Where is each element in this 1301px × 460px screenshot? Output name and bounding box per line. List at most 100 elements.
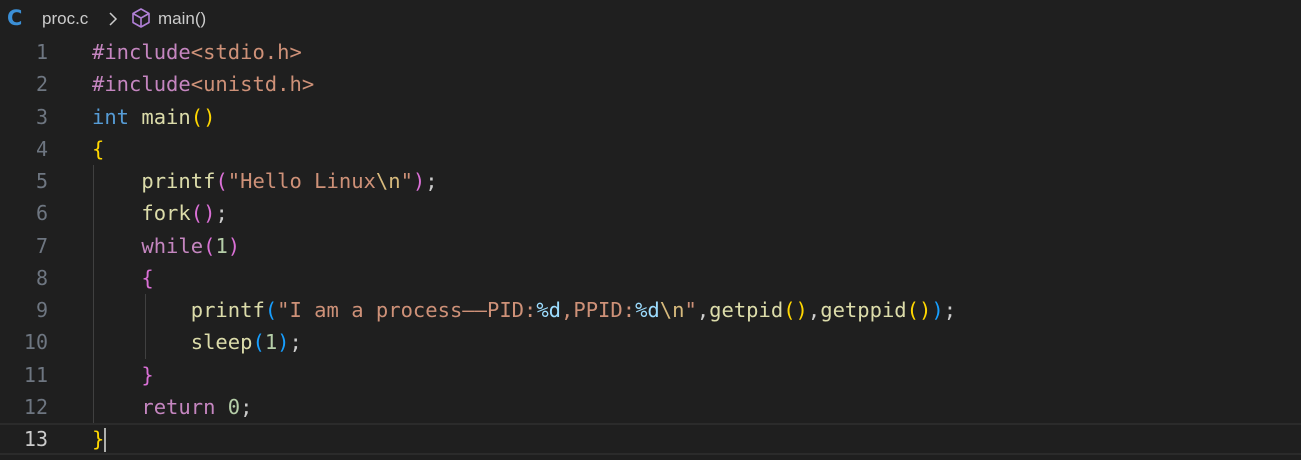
- code-line[interactable]: 6 fork();: [0, 197, 1301, 229]
- line-number: 9: [35, 298, 48, 322]
- code-text[interactable]: {: [92, 262, 154, 294]
- code-line[interactable]: 7 while(1): [0, 230, 1301, 262]
- code-text[interactable]: printf("I am a process——PID:%d,PPID:%d\n…: [92, 294, 956, 326]
- code-text[interactable]: while(1): [92, 230, 240, 262]
- code-text[interactable]: return 0;: [92, 391, 252, 423]
- line-number: 1: [35, 40, 48, 64]
- code-token: ,: [696, 298, 710, 322]
- code-token: ;: [425, 169, 438, 193]
- breadcrumb-file[interactable]: proc.c: [42, 8, 88, 30]
- code-token: (): [190, 201, 216, 226]
- code-text[interactable]: #include<stdio.h>: [92, 36, 302, 68]
- code-token: %d: [635, 298, 660, 322]
- code-token: ;: [289, 330, 302, 355]
- breadcrumb-symbol[interactable]: main(): [158, 8, 206, 30]
- code-line[interactable]: 10 sleep(1);: [0, 326, 1301, 358]
- line-number: 3: [35, 104, 48, 129]
- code-line[interactable]: 13}: [0, 423, 1301, 456]
- code-token: ): [277, 330, 290, 355]
- code-token: 1: [215, 233, 228, 258]
- code-token: 1: [264, 330, 278, 355]
- code-token: int: [92, 104, 130, 129]
- code-text[interactable]: fork();: [92, 197, 228, 229]
- line-number: 7: [35, 233, 48, 258]
- code-token: printf: [141, 169, 216, 193]
- code-line[interactable]: 11 }: [0, 359, 1301, 391]
- code-token: <unistd.h>: [190, 72, 315, 97]
- code-line[interactable]: 5 printf("Hello Linux\n");: [0, 165, 1301, 197]
- code-token: (): [190, 104, 216, 129]
- code-token: sleep: [190, 330, 253, 355]
- code-token: "I am a process——PID:: [277, 298, 537, 322]
- code-token: %d: [536, 298, 562, 322]
- code-token: {: [92, 136, 105, 161]
- code-token: <stdio.h>: [190, 40, 302, 64]
- line-number: 12: [23, 394, 48, 419]
- code-token: printf: [190, 298, 265, 322]
- code-token: ): [227, 233, 241, 258]
- code-token: {: [141, 265, 154, 290]
- code-line[interactable]: 1 #include<stdio.h>: [0, 36, 1301, 68]
- code-token: ;: [943, 298, 957, 322]
- code-token: 0: [227, 394, 241, 419]
- line-number: 10: [23, 330, 48, 355]
- code-area[interactable]: 1 #include<stdio.h> 2 #include<unistd.h> 3 in…: [0, 36, 1301, 456]
- code-token: ): [412, 169, 426, 193]
- code-text[interactable]: }: [92, 359, 154, 391]
- line-number: 5: [35, 169, 48, 193]
- code-token: "Hello Linux: [227, 169, 376, 193]
- code-token: (: [215, 169, 228, 193]
- line-number: 6: [35, 201, 48, 226]
- chevron-right-icon: [109, 12, 118, 26]
- code-token: fork: [141, 201, 191, 226]
- code-line[interactable]: 3 int main(): [0, 101, 1301, 133]
- code-token: ": [684, 298, 697, 322]
- code-line[interactable]: 8 {: [0, 262, 1301, 294]
- line-number: 2: [35, 72, 48, 97]
- code-token: ): [931, 298, 944, 322]
- code-token: (): [783, 298, 808, 322]
- line-number: 4: [35, 136, 48, 161]
- code-token: (: [203, 233, 216, 258]
- code-token: ": [400, 169, 413, 193]
- text-cursor: [104, 428, 107, 452]
- code-token: }: [92, 427, 105, 451]
- code-line[interactable]: 4{: [0, 133, 1301, 165]
- code-token: getppid: [820, 298, 907, 322]
- code-token: \n: [659, 298, 685, 322]
- code-token: ;: [215, 201, 228, 226]
- code-token: #include: [92, 72, 191, 97]
- code-text[interactable]: #include<unistd.h>: [92, 68, 314, 100]
- code-token: (: [252, 330, 265, 355]
- code-token: ;: [240, 394, 253, 419]
- code-token: (): [906, 298, 932, 322]
- code-token: while: [141, 233, 204, 258]
- code-token: return: [141, 394, 216, 419]
- code-text[interactable]: int main(): [92, 101, 215, 133]
- code-text[interactable]: }: [92, 425, 107, 453]
- code-token: ,: [807, 298, 821, 322]
- code-editor[interactable]: C proc.c main() 1 #include<stdio.h> 2 #incl…: [0, 0, 1301, 460]
- code-line[interactable]: 12 return 0;: [0, 391, 1301, 423]
- code-token: (: [264, 298, 278, 322]
- line-number: 11: [23, 362, 48, 387]
- code-text[interactable]: printf("Hello Linux\n");: [92, 165, 438, 197]
- code-text[interactable]: sleep(1);: [92, 326, 302, 358]
- code-token: getpid: [709, 298, 784, 322]
- code-line[interactable]: 2 #include<unistd.h>: [0, 68, 1301, 100]
- c-language-icon: C: [7, 6, 23, 30]
- code-line[interactable]: 9 printf("I am a process——PID:%d,PPID:%d…: [0, 294, 1301, 326]
- code-token: }: [141, 362, 154, 387]
- code-token: main: [141, 104, 191, 129]
- breadcrumb: C proc.c main(): [0, 0, 1301, 36]
- line-number: 8: [35, 265, 48, 290]
- code-text[interactable]: {: [92, 133, 104, 165]
